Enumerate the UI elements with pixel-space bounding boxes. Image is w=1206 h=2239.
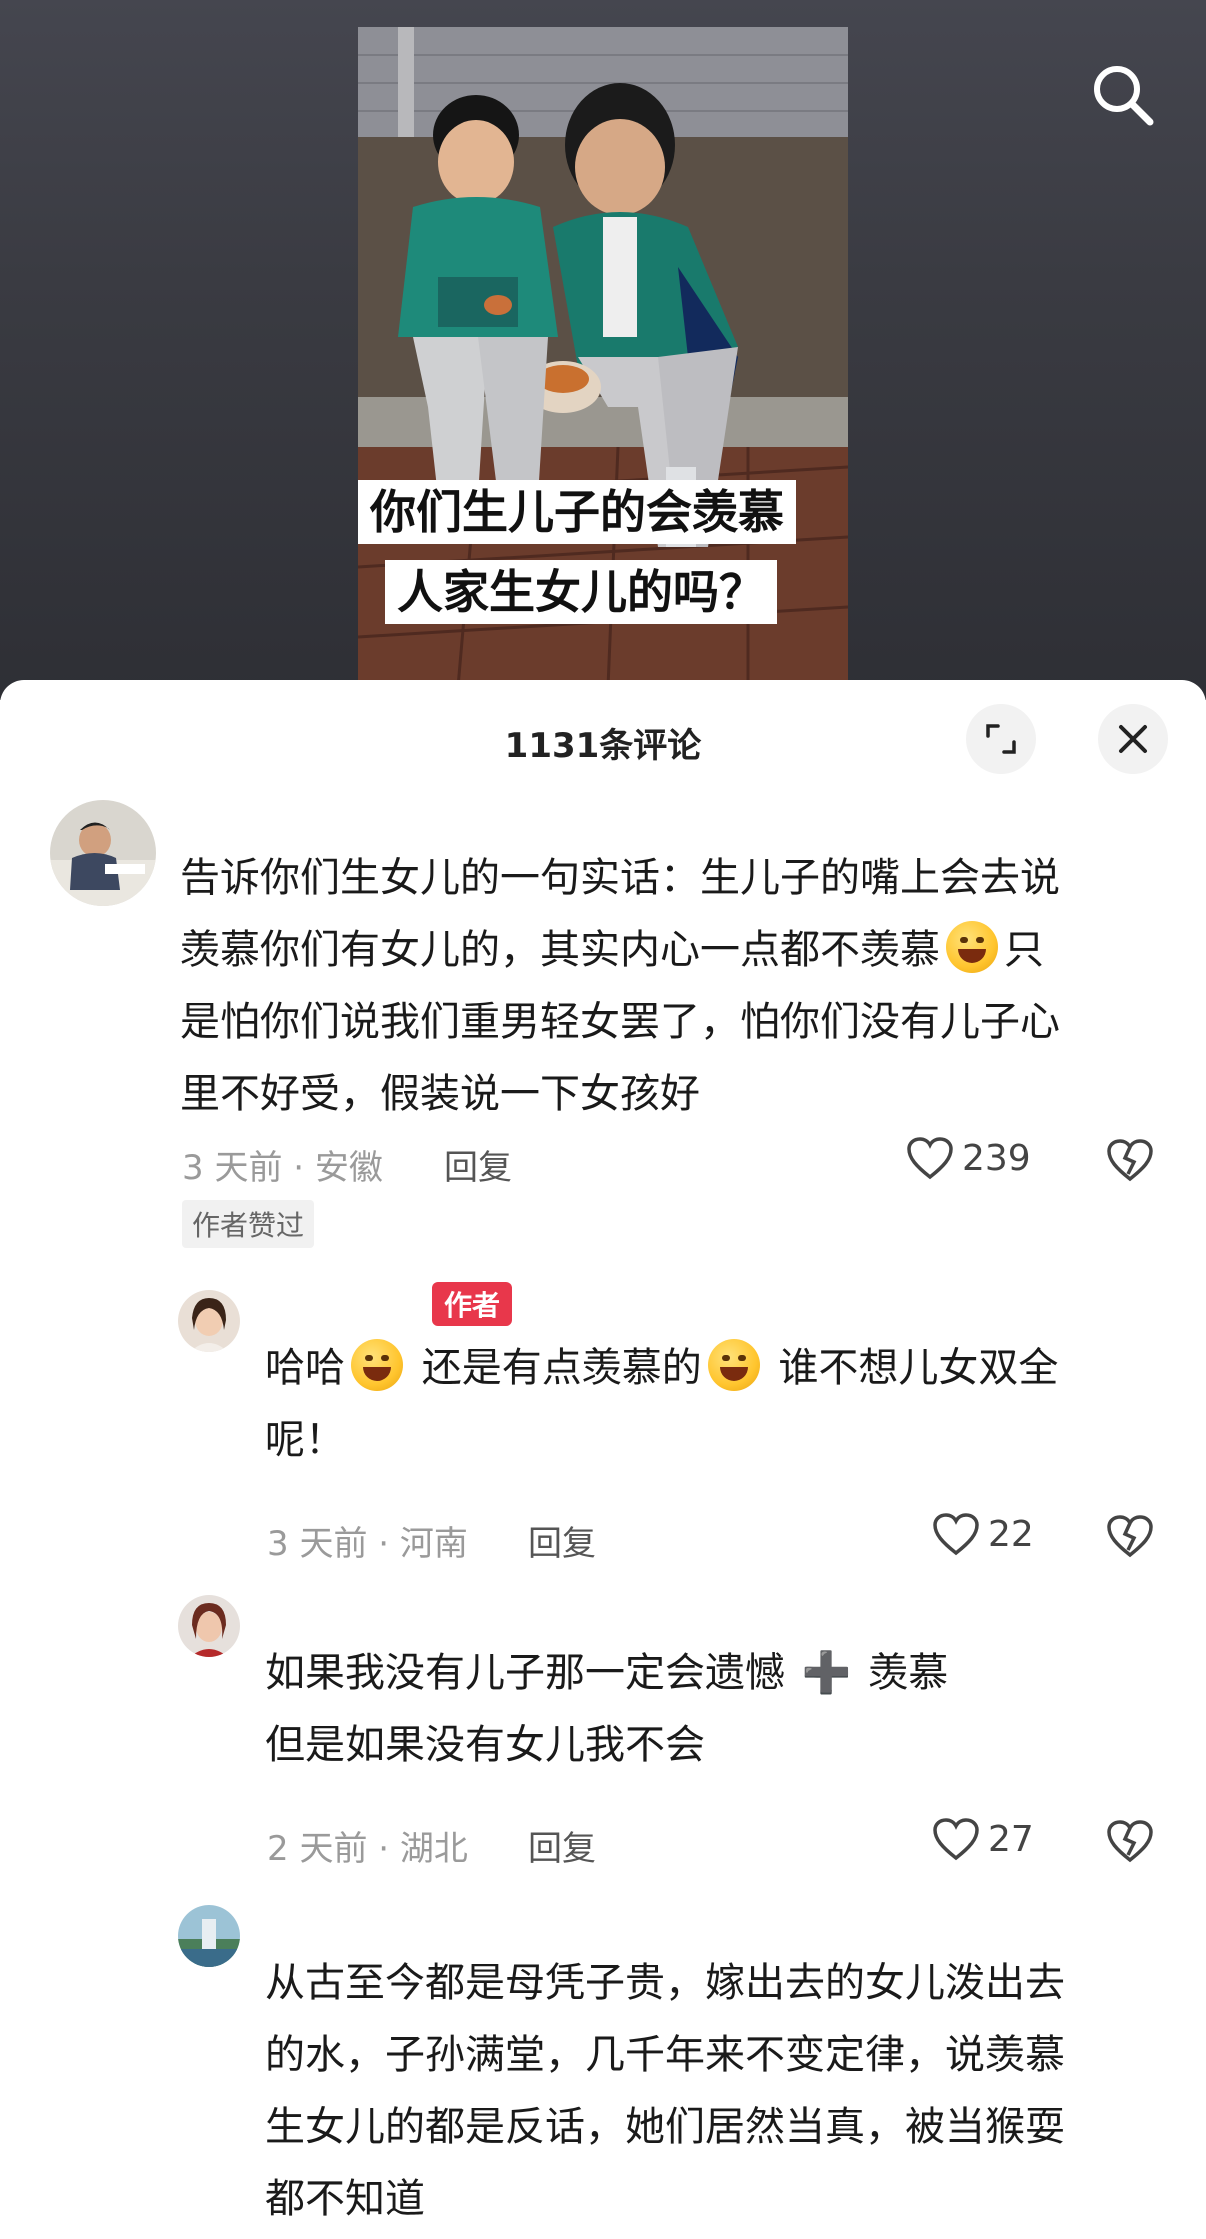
broken-heart-icon <box>1107 1515 1153 1558</box>
expand-icon <box>986 724 1016 754</box>
plus-emoji-icon: ➕ <box>801 1650 852 1696</box>
comment-text-line: 从古至今都是母凭子贵，嫁出去的女儿泼出去 <box>265 1960 1065 2006</box>
comment-text-line: 羡慕你们有女儿的，其实内心一点都不羡慕 只 <box>180 914 1170 986</box>
dislike-button[interactable] <box>1106 1819 1154 1867</box>
heart-icon <box>907 1137 953 1180</box>
comments-sheet: 1131条评论 告诉你们生女儿的一句实话：生儿子的嘴上会去说 羡慕你们有女儿的，… <box>0 680 1206 2239</box>
close-icon <box>1119 725 1147 753</box>
laugh-cry-emoji-icon <box>707 1339 760 1391</box>
comment-text-line: 呢！ <box>265 1417 345 1463</box>
author-liked-badge: 作者赞过 <box>182 1200 315 1248</box>
avatar[interactable] <box>178 1290 240 1352</box>
broken-heart-icon <box>1107 1820 1153 1863</box>
comment-text-line: 的水，子孙满堂，几千年来不变定律，说羡慕 <box>265 2032 1065 2078</box>
comment-text-line: 都不知道 <box>265 2176 425 2222</box>
video-caption-line2: 人家生女儿的吗？ <box>385 560 777 624</box>
comment-text-segment: 还是有点羡慕的 <box>409 1345 702 1391</box>
comment-text-segment: 谁不想儿女双全 <box>765 1345 1059 1391</box>
comment-text-segment: 只 <box>1004 927 1044 973</box>
comment-text-line: 告诉你们生女儿的一句实话：生儿子的嘴上会去说 <box>180 855 1060 901</box>
comment-text-line: 里不好受，假装说一下女孩好 <box>180 1071 700 1117</box>
heart-icon <box>933 1513 979 1556</box>
like-count: 239 <box>962 1137 1031 1179</box>
reply-button[interactable]: 回复 <box>528 1821 596 1870</box>
like-button[interactable]: 239 <box>906 1136 1031 1180</box>
expand-button[interactable] <box>966 704 1036 774</box>
comment-text: 从古至今都是母凭子贵，嫁出去的女儿泼出去 的水，子孙满堂，几千年来不变定律，说羡… <box>265 1947 1165 2235</box>
laugh-cry-emoji-icon <box>946 921 998 973</box>
dislike-button[interactable] <box>1106 1514 1154 1562</box>
like-count: 22 <box>988 1513 1034 1555</box>
search-icon[interactable] <box>1088 60 1158 130</box>
broken-heart-icon <box>1107 1139 1153 1182</box>
heart-icon <box>933 1818 979 1861</box>
comment-text: 如果我没有儿子那一定会遗憾 ➕ 羡慕 但是如果没有女儿我不会 <box>265 1637 1165 1781</box>
avatar[interactable] <box>178 1905 240 1967</box>
comment-text: 告诉你们生女儿的一句实话：生儿子的嘴上会去说 羡慕你们有女儿的，其实内心一点都不… <box>180 842 1170 1130</box>
like-button[interactable]: 22 <box>932 1512 1034 1556</box>
comment-text-line: 但是如果没有女儿我不会 <box>265 1722 705 1768</box>
dislike-button[interactable] <box>1106 1138 1154 1186</box>
video-area[interactable]: 你们生儿子的会羡慕 人家生女儿的吗？ <box>0 0 1206 700</box>
grinning-emoji-icon <box>351 1339 403 1391</box>
comment-text-segment: 如果我没有儿子那一定会遗憾 <box>265 1650 785 1696</box>
comment-text-segment: 羡慕你们有女儿的，其实内心一点都不羡慕 <box>180 927 940 973</box>
avatar[interactable] <box>178 1595 240 1657</box>
comment-text-line: 是怕你们说我们重男轻女罢了，怕你们没有儿子心 <box>180 999 1060 1045</box>
reply-button[interactable]: 回复 <box>444 1140 512 1189</box>
comment-meta: 3 天前 · 河南 <box>267 1524 468 1564</box>
comment-text-segment: 羡慕 <box>868 1650 949 1696</box>
like-button[interactable]: 27 <box>932 1817 1034 1861</box>
avatar[interactable] <box>50 800 156 906</box>
comment-text-segment: 哈哈 <box>265 1345 345 1391</box>
comment-meta: 3 天前 · 安徽 <box>182 1148 383 1188</box>
close-button[interactable] <box>1098 704 1168 774</box>
author-tag: 作者 <box>432 1282 513 1326</box>
comment-text-line: 生女儿的都是反话，她们居然当真，被当猴耍 <box>265 2104 1065 2150</box>
comment-text-line: 如果我没有儿子那一定会遗憾 ➕ 羡慕 <box>265 1637 1165 1709</box>
video-caption-line1: 你们生儿子的会羡慕 <box>358 480 796 544</box>
comment-meta: 2 天前 · 湖北 <box>267 1829 468 1869</box>
like-count: 27 <box>988 1818 1034 1860</box>
comment-text-line: 哈哈 还是有点羡慕的 谁不想儿女双全 <box>265 1332 1165 1404</box>
reply-button[interactable]: 回复 <box>528 1516 596 1565</box>
comment-text: 哈哈 还是有点羡慕的 谁不想儿女双全 呢！ <box>265 1332 1165 1476</box>
